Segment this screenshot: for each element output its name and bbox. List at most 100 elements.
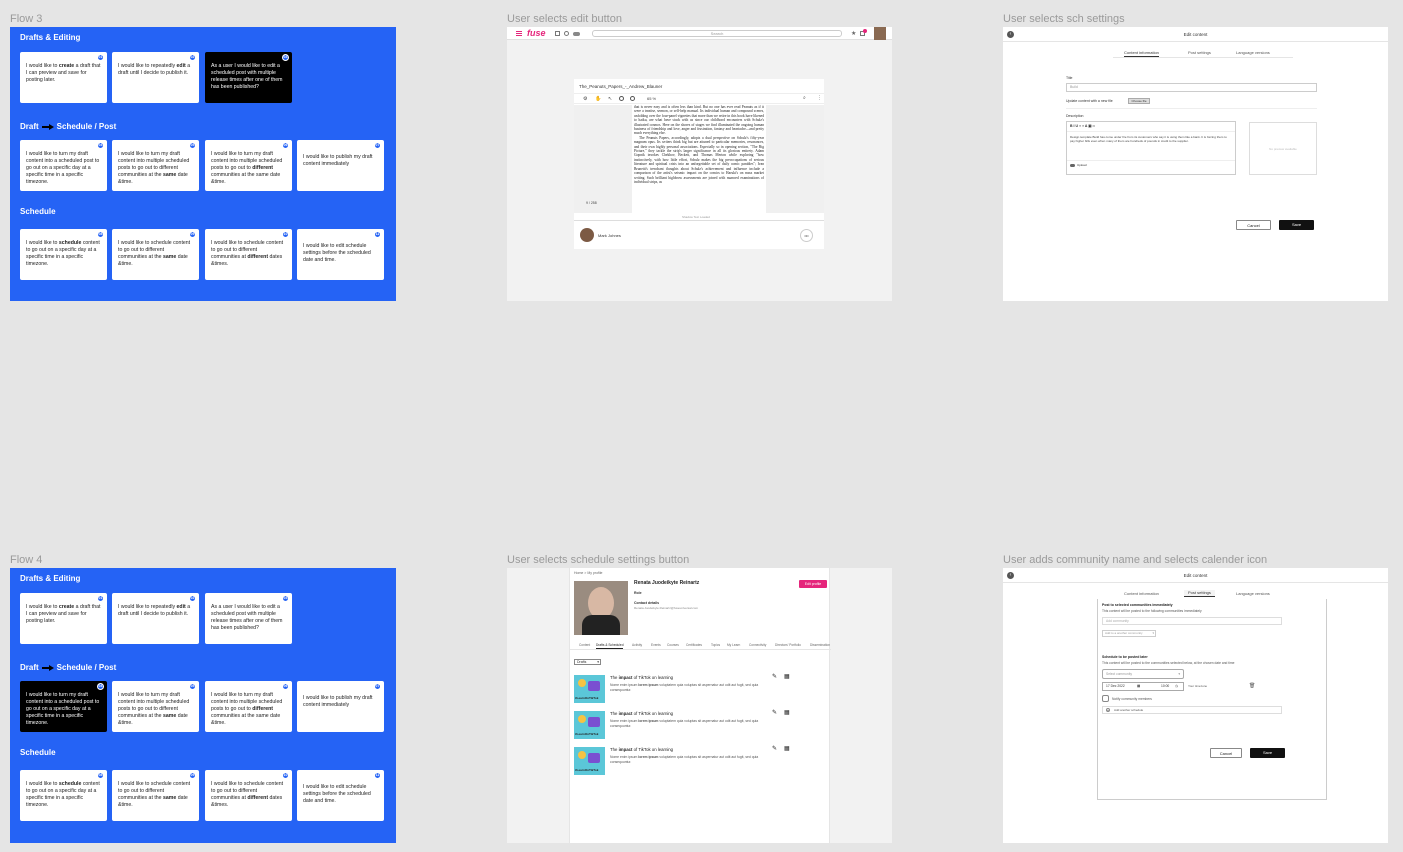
fuse-logo[interactable]: fuse [527,28,546,38]
story-card[interactable]: 10 I would like to schedule content to go… [205,770,292,821]
tab-content-information[interactable]: Content information [1124,50,1159,57]
story-card[interactable]: 09 I would like to schedule content to go… [112,770,199,821]
tab-profile[interactable]: Courses [667,643,679,647]
notify-checkbox[interactable] [1102,695,1109,702]
select-community-input[interactable]: Select community ▾ [1102,669,1184,679]
edit-pencil-icon[interactable]: ✎ [772,745,777,752]
date-time-field[interactable]: 17 Dec 2022 ▦ 10:00 ◷ [1102,682,1184,691]
search-input[interactable]: Search [592,30,842,37]
story-card[interactable]: 07 I would like to publish my draft conte… [297,681,384,732]
story-card[interactable]: 04 I would like to turn my draft content … [20,681,107,732]
story-card[interactable]: 03 As a user I would like to edit a sched… [205,52,292,103]
zoom-level[interactable]: 65 % [647,96,656,101]
add-schedule-row[interactable]: + Add another schedule [1102,706,1282,714]
description-editor[interactable]: B I U ≡ ≡ A ▣ ∞ Design template Build ha… [1066,121,1236,175]
tab-profile[interactable]: Content [579,643,590,647]
star-icon[interactable]: ★ [851,30,856,37]
contact-value[interactable]: Renata.Juodeikyte.Reinartz@fuseuniversal… [634,606,698,610]
cancel-button[interactable]: Cancel [1210,748,1242,758]
calendar-icon[interactable]: ▦ [784,709,790,716]
tab-profile[interactable]: Certificates [686,643,702,647]
list-item[interactable]: #LearnOnTikTok The impact of TikTok on le… [574,709,824,741]
save-button[interactable]: Save [1250,748,1285,758]
add-another-community-select[interactable]: Add to a another community ▾ [1102,630,1156,637]
zoom-in-icon[interactable] [630,96,635,101]
list-item[interactable]: #LearnOnTikTok The impact of TikTok on le… [574,673,824,705]
trash-icon[interactable]: 🗑 [1249,683,1255,689]
tab-content-information[interactable]: Content information [1124,591,1159,596]
avatar[interactable] [874,27,886,40]
story-card[interactable]: 11 I would like to edit schedule settings… [297,229,384,280]
tab-post-settings[interactable]: Post settings [1188,50,1211,55]
editor-toolbar[interactable]: B I U ≡ ≡ A ▣ ∞ [1070,124,1095,128]
cancel-button[interactable]: Cancel [1236,220,1271,230]
image-preview[interactable]: No preview available [1249,122,1317,175]
story-card[interactable]: 03 As a user I would like to edit a sched… [205,593,292,644]
filter-select[interactable]: Drafts ▾ [574,659,601,665]
hand-icon[interactable]: ✋ [595,96,601,102]
story-card[interactable]: 06 I would like to turn my draft content … [205,681,292,732]
story-card[interactable]: 01 I would like to create a draft that I … [20,52,107,103]
tab-language-versions[interactable]: Language versions [1236,50,1270,55]
settings-icon[interactable]: ⚙ [583,96,587,102]
story-card[interactable]: 07 I would like to publish my draft conte… [297,140,384,191]
story-card[interactable]: 10 I would like to schedule content to go… [205,229,292,280]
tab-profile[interactable]: Dissemination [810,643,830,647]
list-item[interactable]: #LearnOnTikTok The impact of TikTok on le… [574,745,824,777]
edit-icon[interactable] [555,31,560,36]
pointer-icon[interactable]: ↖ [608,96,612,102]
search-icon[interactable]: ⌕ [803,95,806,101]
breadcrumb[interactable]: Home > My profile [574,571,603,575]
add-icon[interactable]: + [1106,708,1110,712]
cloud-icon[interactable] [573,32,580,36]
tab-profile[interactable]: Connectivity [749,643,766,647]
title-input[interactable]: Build [1066,83,1317,92]
tab-profile[interactable]: Activity [632,643,642,647]
save-button[interactable]: Save [1279,220,1314,230]
card-text: I would like to turn my draft content in… [26,692,101,727]
story-card[interactable]: 02 I would like to repeatedly edit a draf… [112,593,199,644]
description-text[interactable]: Design template Build has come under fir… [1070,135,1230,143]
cloud-upload-icon[interactable] [1070,164,1075,167]
edit-content-header: ‹ Edit content [1003,27,1388,42]
clock-icon[interactable]: ◷ [1175,683,1178,690]
story-card[interactable]: 11 I would like to edit schedule settings… [297,770,384,821]
tab-profile[interactable]: Topics [711,643,720,647]
calendar-icon[interactable]: ▦ [1137,683,1140,690]
story-card[interactable]: 08 I would like to schedule content to go… [20,770,107,821]
time-value[interactable]: 10:00 [1161,683,1169,690]
story-card[interactable]: 09 I would like to schedule content to go… [112,229,199,280]
calendar-icon[interactable]: ▦ [784,673,790,680]
more-vertical-icon[interactable]: ⋮ [817,95,822,101]
tab-profile[interactable]: Drafts & Scheduled [596,643,624,649]
date-value[interactable]: 17 Dec 2022 [1106,684,1125,688]
calendar-icon[interactable]: ▦ [784,745,790,752]
add-icon[interactable] [564,31,569,36]
card-text-part: As a user I would like to edit a schedul… [211,604,283,631]
notification-icon[interactable] [860,29,867,36]
edit-pencil-icon[interactable]: ✎ [772,673,777,680]
story-card[interactable]: 05 I would like to turn my draft content … [112,681,199,732]
tab-profile[interactable]: Events [651,643,661,647]
edit-pencil-icon[interactable]: ✎ [772,709,777,716]
tab-profile[interactable]: My Learn [727,643,740,647]
tab-post-settings[interactable]: Post settings [1184,590,1215,597]
tab-language-versions[interactable]: Language versions [1236,591,1270,596]
card-text-part: I would like to [26,63,59,69]
menu-icon[interactable] [516,31,522,36]
story-card[interactable]: 05 I would like to turn my draft content … [112,140,199,191]
add-community-input[interactable]: Add community [1102,617,1282,625]
more-options-button[interactable]: ••• [800,229,813,242]
choose-file-button[interactable]: Choose file [1128,98,1150,104]
story-card[interactable]: 06 I would like to turn my draft content … [205,140,292,191]
tab-profile[interactable]: Directors' Portfolio [775,643,801,647]
story-card[interactable]: 04 I would like to turn my draft content … [20,140,107,191]
story-card[interactable]: 08 I would like to schedule content to go… [20,229,107,280]
story-card[interactable]: 02 I would like to repeatedly edit a draf… [112,52,199,103]
story-card[interactable]: 01 I would like to create a draft that I … [20,593,107,644]
upload-link[interactable]: Upload [1077,163,1087,167]
timezone-label[interactable]: Your timezone [1188,684,1207,688]
zoom-out-icon[interactable] [619,96,624,101]
document-body-text: that is never easy and is often less tha… [634,105,764,136]
edit-profile-button[interactable]: Edit profile [799,580,827,588]
